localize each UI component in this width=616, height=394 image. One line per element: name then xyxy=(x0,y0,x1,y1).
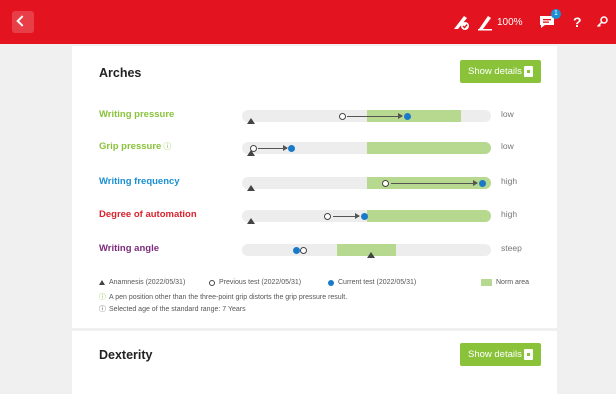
dot-icon xyxy=(328,279,334,286)
key-icon xyxy=(596,16,608,28)
metric-label-text: Writing frequency xyxy=(99,176,180,187)
anamnesis-marker xyxy=(246,118,255,124)
metric-row: Writing frequencylowhigh xyxy=(72,173,557,193)
document-icon xyxy=(524,66,533,77)
age-note: ⓘ Selected age of the standard range: 7 Y… xyxy=(99,304,246,314)
metric-label-text: Writing angle xyxy=(99,243,159,254)
change-arrow xyxy=(258,145,288,151)
scale-max-label: high xyxy=(501,176,518,186)
legend-norm-label: Norm area xyxy=(496,279,530,286)
pen-battery-indicator: 100% xyxy=(477,0,523,44)
anamnesis-marker xyxy=(246,185,255,191)
info-icon: ⓘ xyxy=(99,306,106,313)
arches-card: Arches Show details Writing pressurehigh… xyxy=(72,46,557,328)
age-note-text: Selected age of the standard range: 7 Ye… xyxy=(109,306,246,313)
metric-label-text: Grip pressure xyxy=(99,141,162,152)
previous-test-marker xyxy=(324,212,332,220)
change-arrow xyxy=(347,113,404,119)
metric-row: Degree of automationlowhigh xyxy=(72,206,557,226)
norm-area xyxy=(366,210,491,222)
notifications-button[interactable] xyxy=(539,0,555,44)
show-details-label: Show details xyxy=(468,66,522,77)
dexterity-card: Dexterity Show details xyxy=(72,331,557,394)
chevron-left-icon xyxy=(16,15,28,27)
metric-label: Degree of automation xyxy=(99,209,197,220)
circle-icon xyxy=(209,279,215,286)
current-test-marker xyxy=(478,179,486,187)
pen-icon xyxy=(478,16,492,31)
pen-check-icon[interactable] xyxy=(452,0,470,44)
pen-check-svg xyxy=(454,16,469,30)
scale-max-label: steep xyxy=(501,243,522,253)
metric-label: Writing frequency xyxy=(99,176,180,187)
scale-max-label: low xyxy=(501,141,514,151)
legend-anamnesis-label: Anamnesis (2022/05/31) xyxy=(109,279,186,286)
grip-note: ⓘ A pen position other than the three-poi… xyxy=(99,292,347,302)
legend-line: Anamnesis (2022/05/31) Previous test (20… xyxy=(99,279,539,289)
metric-label-text: Writing pressure xyxy=(99,109,175,120)
legend-anamnesis: Anamnesis (2022/05/31) xyxy=(99,279,185,286)
metric-row: Grip pressureⓘhighlow xyxy=(72,138,557,158)
previous-test-marker xyxy=(249,144,257,152)
show-details-label: Show details xyxy=(468,349,522,360)
legend-previous: Previous test (2022/05/31) xyxy=(209,279,301,286)
current-test-marker xyxy=(360,212,368,220)
show-details-button[interactable]: Show details xyxy=(460,60,541,83)
document-icon xyxy=(524,349,533,360)
previous-test-marker xyxy=(300,246,308,254)
norm-area xyxy=(366,142,491,154)
anamnesis-marker xyxy=(246,218,255,224)
info-icon[interactable]: ⓘ xyxy=(163,142,171,151)
arches-title: Arches xyxy=(99,66,142,80)
metric-label: Grip pressure ⓘ xyxy=(99,141,171,152)
norm-swatch xyxy=(481,279,492,286)
info-icon: ⓘ xyxy=(99,294,106,301)
legend-current-label: Current test (2022/05/31) xyxy=(338,279,417,286)
grip-note-text: A pen position other than the three-poin… xyxy=(109,294,348,301)
current-test-marker xyxy=(293,246,301,254)
metric-row: Writing pressurehighlow xyxy=(72,106,557,126)
battery-label: 100% xyxy=(497,16,523,28)
dexterity-title: Dexterity xyxy=(99,348,153,362)
scale-max-label: low xyxy=(501,109,514,119)
metric-row: Writing angleshallowsteep xyxy=(72,240,557,260)
current-test-marker xyxy=(288,144,296,152)
previous-test-marker xyxy=(338,112,346,120)
metric-label: Writing pressure xyxy=(99,109,174,120)
show-details-button[interactable]: Show details xyxy=(460,343,541,366)
help-button[interactable]: ? xyxy=(573,0,582,44)
scale-max-label: high xyxy=(501,209,518,219)
metric-label: Writing angle xyxy=(99,243,159,254)
top-bar: 100% 1 ? xyxy=(0,0,616,44)
change-arrow xyxy=(390,180,479,186)
previous-test-marker xyxy=(382,179,390,187)
legend-norm: Norm area xyxy=(481,279,529,286)
anamnesis-marker xyxy=(367,252,376,258)
settings-button[interactable] xyxy=(596,0,608,44)
current-test-marker xyxy=(403,112,411,120)
notification-badge: 1 xyxy=(551,9,561,19)
legend-current: Current test (2022/05/31) xyxy=(328,279,416,286)
legend-previous-label: Previous test (2022/05/31) xyxy=(219,279,302,286)
triangle-icon xyxy=(99,280,105,285)
change-arrow xyxy=(332,213,361,219)
back-button[interactable] xyxy=(12,11,34,33)
metric-label-text: Degree of automation xyxy=(99,209,197,220)
